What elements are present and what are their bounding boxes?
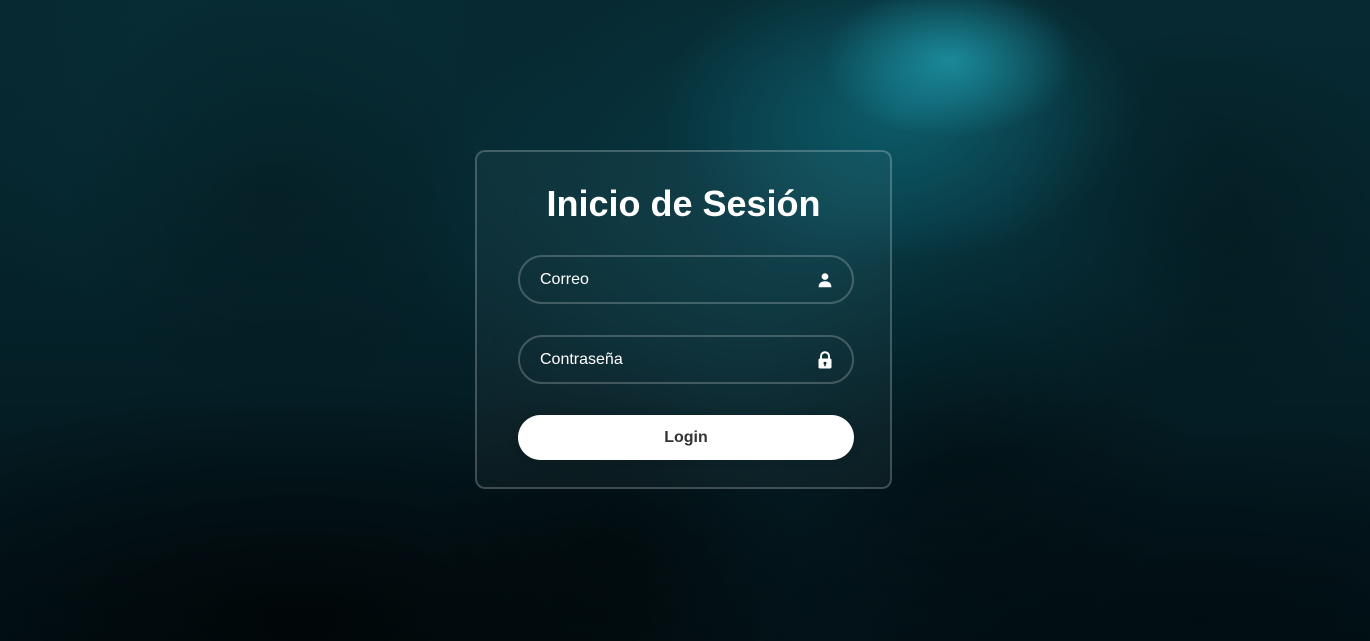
user-icon	[816, 271, 834, 289]
page-title: Inicio de Sesión	[546, 183, 821, 224]
lock-icon	[816, 350, 834, 369]
login-button[interactable]: Login	[518, 415, 854, 460]
password-field[interactable]	[518, 335, 854, 384]
login-card: Inicio de Sesión Login	[475, 150, 892, 489]
password-field-wrapper	[518, 335, 854, 384]
email-field-wrapper	[518, 255, 854, 304]
email-field[interactable]	[518, 255, 854, 304]
